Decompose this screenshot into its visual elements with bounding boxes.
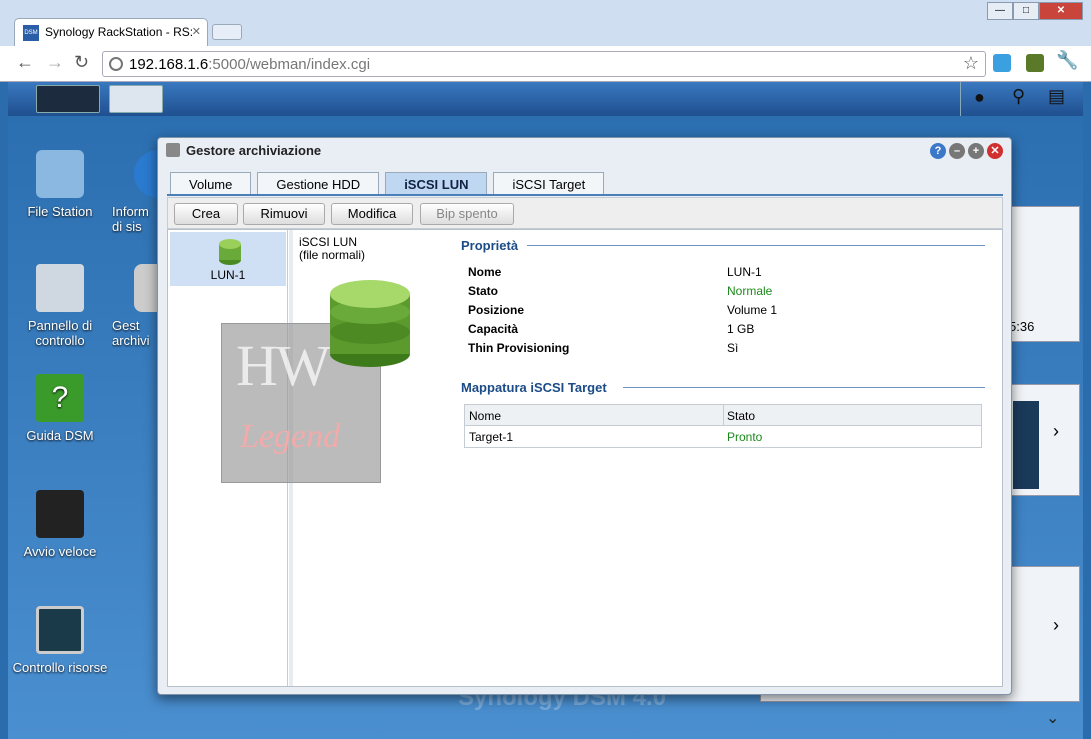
magic-hat-icon [36, 490, 84, 538]
user-icon[interactable]: ● [974, 87, 985, 108]
monitor-icon [36, 606, 84, 654]
close-tab-icon[interactable]: ✕ [192, 25, 201, 38]
desktop-icon-help[interactable]: ? Guida DSM [10, 374, 110, 443]
window-title[interactable]: Gestore archiviazione [158, 138, 1011, 164]
desktop-icon-quick-start[interactable]: Avvio veloce [10, 490, 110, 559]
content-panel: LUN-1 HW Legend iSCSI LUN (file normali) P… [167, 229, 1003, 687]
dsm-taskbar: ● ⚲ ▤ [8, 82, 1083, 116]
property-key: Thin Provisioning [468, 341, 570, 355]
remove-button[interactable]: Rimuovi [243, 203, 325, 225]
skype-extension-icon[interactable] [993, 54, 1011, 72]
globe-icon [109, 57, 123, 71]
desktop-icon-storage[interactable]: Gest archivi [112, 264, 162, 348]
address-bar[interactable]: 192.168.1.6:5000/webman/index.cgi ☆ [102, 51, 986, 77]
close-window-button[interactable]: ✕ [1039, 2, 1083, 20]
tab-volume[interactable]: Volume [170, 172, 252, 196]
maximize-icon[interactable]: + [968, 143, 984, 159]
chevron-down-icon[interactable]: ⌄ [1046, 708, 1059, 728]
storage-manager-window: Gestore archiviazione ? – + ✕ Volume Gestio… [157, 137, 1012, 695]
chevron-right-icon[interactable]: › [1053, 421, 1059, 442]
control-panel-icon [36, 264, 84, 312]
icon-label: Avvio veloce [23, 544, 97, 559]
property-value: LUN-1 [727, 265, 762, 279]
icon-label: Gest archivi [112, 318, 150, 348]
clock-text: 5:36 [1009, 319, 1035, 334]
mapping-heading: Mappatura iSCSI Target [461, 380, 985, 395]
folder-search-icon [36, 150, 84, 198]
beep-off-button[interactable]: Bip spento [420, 203, 514, 225]
property-key: Nome [468, 265, 502, 279]
widgets-icon[interactable]: ▤ [1048, 86, 1065, 107]
tab-hdd[interactable]: Gestione HDD [257, 172, 380, 196]
search-icon[interactable]: ⚲ [1012, 86, 1025, 107]
maximize-button[interactable]: □ [1013, 2, 1039, 20]
new-tab-button[interactable] [212, 24, 242, 40]
create-button[interactable]: Crea [174, 203, 238, 225]
minimize-icon[interactable]: – [949, 143, 965, 159]
url-host: 192.168.1.6 [129, 56, 209, 73]
property-value: Sì [727, 341, 739, 355]
extension-icon[interactable] [1026, 54, 1044, 72]
tab-iscsi-lun[interactable]: iSCSI LUN [385, 172, 488, 196]
property-key: Stato [468, 284, 498, 298]
table-row[interactable]: Target-1 Pronto [465, 426, 981, 447]
browser-chrome: DSM Synology RackStation - RS: ✕ — □ ✕ ← → ↻… [0, 0, 1091, 82]
bookmark-star-icon[interactable]: ☆ [963, 53, 979, 74]
list-item[interactable]: LUN-1 [170, 232, 286, 286]
back-icon[interactable]: ← [16, 52, 34, 73]
help-book-icon: ? [36, 374, 84, 422]
wrench-icon[interactable]: 🔧 [1056, 50, 1078, 71]
icon-label: Guida DSM [26, 428, 94, 443]
desktop-icon-file-station[interactable]: File Station [10, 150, 110, 219]
table-header: Nome Stato [465, 405, 981, 426]
main-menu-button[interactable] [36, 85, 100, 113]
tab-title: Synology RackStation - RS: [45, 25, 194, 39]
storage-manager-icon [166, 143, 180, 157]
icon-label: File Station [27, 204, 93, 219]
action-toolbar: Crea Rimuovi Modifica Bip spento [167, 197, 1003, 229]
tab-iscsi-target[interactable]: iSCSI Target [493, 172, 605, 196]
lun-subtype: (file normali) [299, 248, 366, 262]
edit-button[interactable]: Modifica [331, 203, 413, 225]
database-icon [219, 239, 241, 265]
column-header-status[interactable]: Stato [727, 409, 755, 423]
cell-name: Target-1 [469, 430, 514, 444]
browser-tab[interactable]: DSM Synology RackStation - RS: ✕ [14, 18, 208, 46]
column-header-name[interactable]: Nome [469, 409, 501, 423]
help-icon[interactable]: ? [930, 143, 946, 159]
browser-toolbar: ← → ↻ 192.168.1.6:5000/webman/index.cgi ☆… [0, 46, 1091, 82]
desktop-icon-resource-monitor[interactable]: Controllo risorse [10, 606, 110, 675]
desktop-icon-info[interactable]: Inform di sis [112, 150, 162, 234]
minimize-button[interactable]: — [987, 2, 1013, 20]
desktop-icon-control-panel[interactable]: Pannello di controllo [10, 264, 110, 348]
properties-heading: Proprietà [461, 238, 985, 253]
property-value: 1 GB [727, 322, 755, 336]
dsm-favicon-icon: DSM [23, 25, 39, 41]
property-key: Capacità [468, 322, 519, 336]
icon-label: Inform di sis [112, 204, 149, 234]
icon-label: Pannello di controllo [27, 318, 93, 348]
cell-status: Pronto [727, 430, 763, 444]
close-icon[interactable]: ✕ [987, 143, 1003, 159]
database-large-icon [330, 280, 410, 367]
reload-icon[interactable]: ↻ [74, 52, 89, 73]
property-key: Posizione [468, 303, 525, 317]
chevron-right-icon[interactable]: › [1053, 615, 1059, 636]
property-value: Volume 1 [727, 303, 778, 317]
forward-icon[interactable]: → [46, 52, 64, 73]
property-value: Normale [727, 284, 773, 298]
mapping-table: Nome Stato Target-1 Pronto [464, 404, 982, 448]
url-path: :5000/webman/index.cgi [208, 56, 371, 73]
storage-manager-task-button[interactable] [109, 85, 163, 113]
icon-label: Controllo risorse [12, 660, 108, 675]
